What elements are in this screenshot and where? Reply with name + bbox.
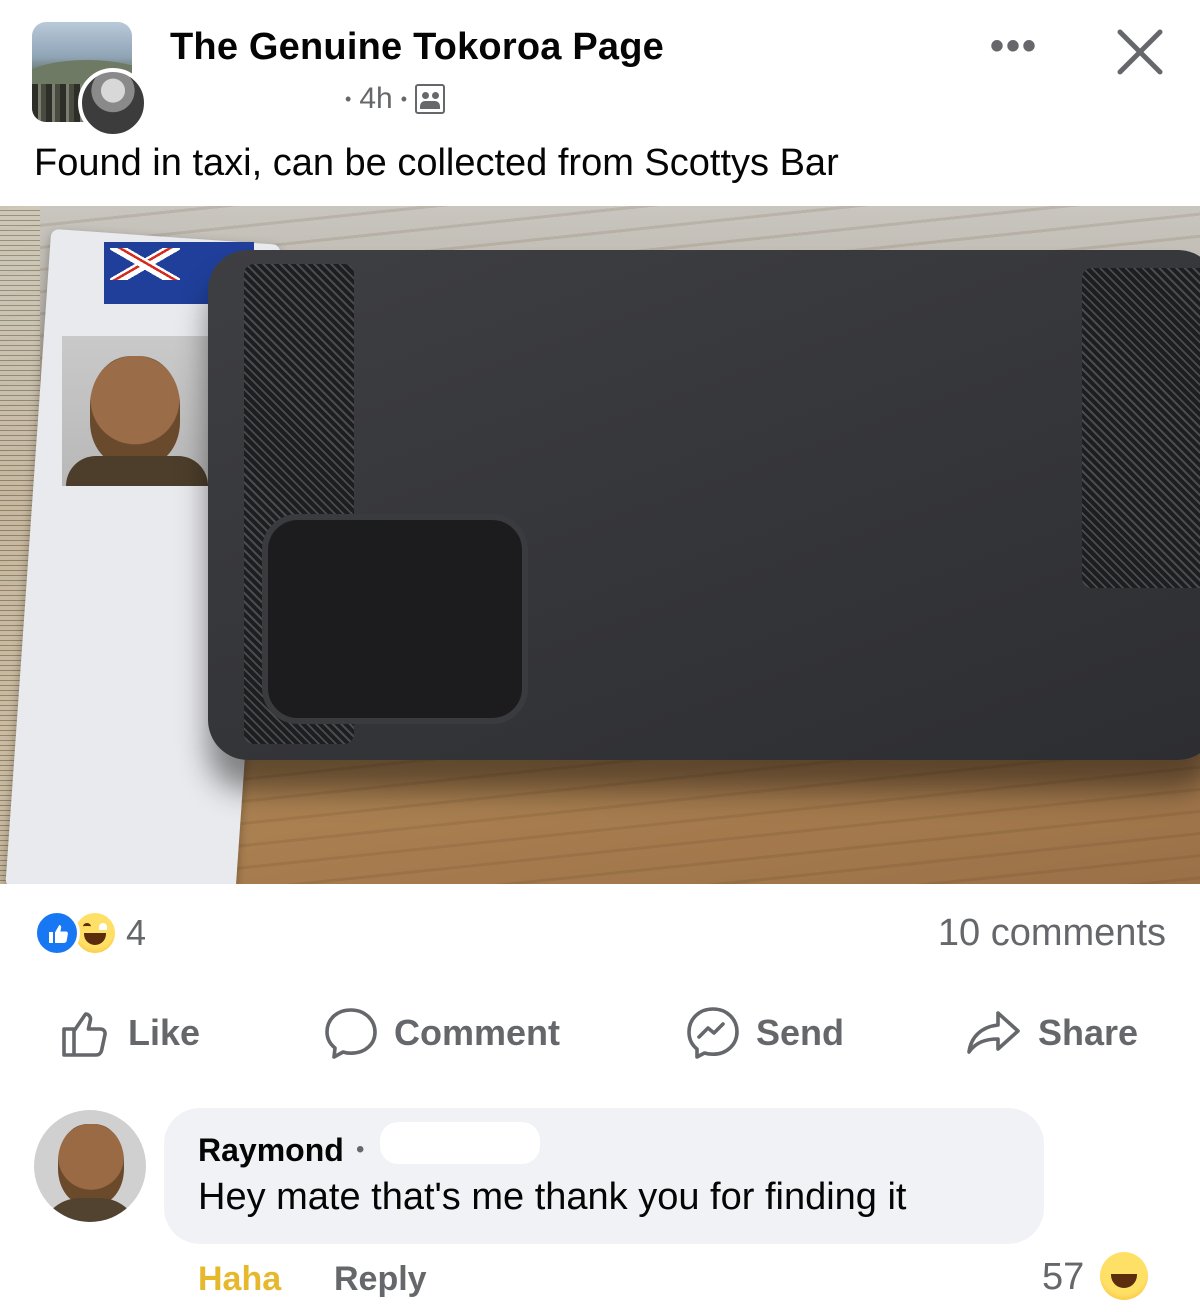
like-button[interactable]: Like <box>58 998 200 1068</box>
comment-reaction-count[interactable]: 57 <box>1042 1256 1084 1299</box>
comments-count[interactable]: 10 comments <box>938 912 1166 955</box>
close-icon[interactable] <box>1114 26 1166 78</box>
page-avatar[interactable] <box>32 22 148 138</box>
post-time[interactable]: 4h <box>359 82 392 116</box>
post-meta: • 4h • <box>345 82 445 116</box>
share-label: Share <box>1038 1012 1139 1053</box>
comment-author[interactable]: Raymond <box>198 1132 344 1169</box>
post-text: Found in taxi, can be collected from Sco… <box>34 142 839 184</box>
commenter-avatar[interactable] <box>34 1110 146 1222</box>
haha-reaction-icon <box>1100 1252 1148 1300</box>
comment-bubble-icon <box>325 1008 377 1059</box>
like-label: Like <box>128 1012 201 1053</box>
send-button[interactable]: Send <box>684 998 844 1068</box>
action-bar: Like Comment Send Share <box>0 998 1200 1068</box>
comment-label: Comment <box>394 1012 561 1053</box>
camera-cutout <box>262 514 528 724</box>
separator-dot: • <box>400 88 407 109</box>
post-photo[interactable] <box>0 206 1200 884</box>
messenger-icon <box>687 1007 739 1059</box>
page-name[interactable]: The Genuine Tokoroa Page <box>170 26 664 69</box>
send-label: Send <box>756 1012 845 1053</box>
separator-dot: • <box>345 88 352 109</box>
more-options-icon[interactable]: ••• <box>990 26 1046 66</box>
poster-avatar <box>78 68 148 138</box>
audience-icon[interactable] <box>415 84 445 114</box>
redacted-area <box>380 1122 540 1164</box>
comment-button[interactable]: Comment <box>322 998 560 1068</box>
reaction-count: 4 <box>126 912 147 953</box>
reaction-summary[interactable]: 4 <box>34 910 146 956</box>
comment-text: Hey mate that's me thank you for finding… <box>198 1176 907 1218</box>
comment-haha-button[interactable]: Haha <box>198 1260 281 1299</box>
post-header: The Genuine Tokoroa Page • 4h • ••• <box>0 0 1200 138</box>
comment-reply-button[interactable]: Reply <box>334 1260 427 1299</box>
share-button[interactable]: Share <box>964 998 1138 1068</box>
share-arrow-icon <box>967 1011 1020 1054</box>
like-reaction-icon <box>34 910 80 956</box>
thumbs-up-icon <box>62 1012 107 1057</box>
separator-dot: • <box>356 1136 365 1163</box>
